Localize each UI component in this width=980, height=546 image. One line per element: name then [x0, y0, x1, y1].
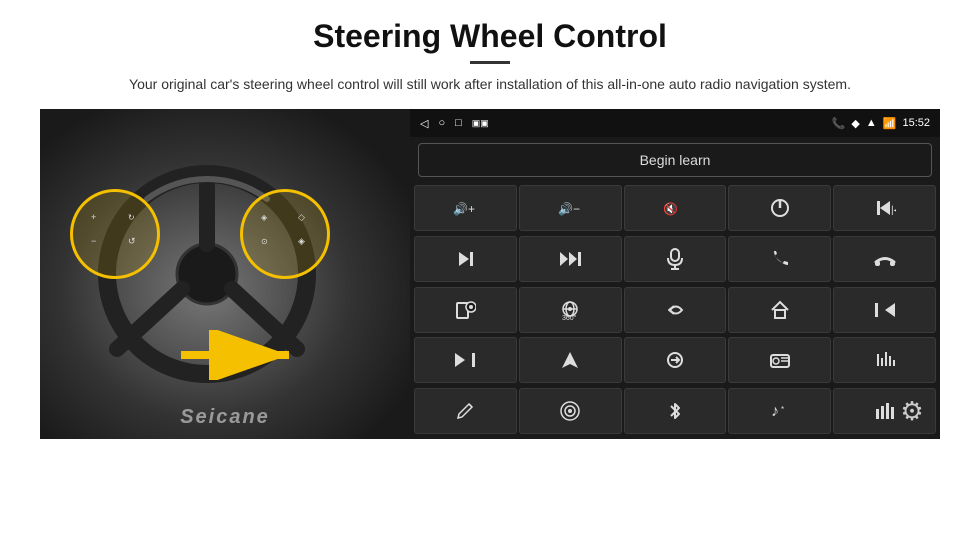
bluetooth-btn[interactable]: [624, 388, 727, 434]
svg-text:|◀: |◀: [891, 205, 896, 216]
status-left: ◁ ○ □ ▣▣: [420, 117, 489, 130]
signal-icon: 📶: [883, 117, 897, 130]
begin-learn-button[interactable]: Begin learn: [418, 143, 932, 177]
seicane-watermark: Seicane: [180, 406, 270, 429]
skip-fwd-btn[interactable]: [414, 337, 517, 383]
power-btn[interactable]: [728, 185, 831, 231]
recents-icon: □: [455, 117, 462, 129]
phone-btn[interactable]: [728, 236, 831, 282]
back-btn[interactable]: [624, 287, 727, 333]
page-subtitle: Your original car's steering wheel contr…: [129, 74, 851, 95]
svg-text:−: −: [91, 236, 96, 246]
svg-text:360°: 360°: [562, 314, 577, 321]
svg-text:◈: ◈: [261, 213, 268, 222]
yellow-arrow: [181, 330, 301, 380]
page-title: Steering Wheel Control: [313, 18, 667, 55]
home-icon: ○: [438, 117, 445, 129]
svg-text:🔊−: 🔊−: [558, 201, 580, 216]
svg-text:+: +: [91, 212, 96, 222]
svg-text:◈: ◈: [298, 236, 305, 246]
svg-text:◇: ◇: [298, 212, 305, 222]
settings-gear-btn[interactable]: ⚙: [894, 393, 930, 429]
mic-btn[interactable]: [624, 236, 727, 282]
phone-status-icon: 📞: [832, 117, 846, 130]
svg-text:🔇: 🔇: [663, 202, 678, 216]
controls-grid: 🔊+ 🔊− 🔇: [410, 183, 940, 439]
begin-learn-row: Begin learn: [410, 137, 940, 183]
edit-btn[interactable]: [414, 388, 517, 434]
svg-text:⊙: ⊙: [261, 237, 268, 246]
back-icon: ◁: [420, 117, 428, 130]
prev-track-btn[interactable]: |◀: [833, 185, 936, 231]
page-wrapper: Steering Wheel Control Your original car…: [0, 0, 980, 546]
location-icon: ◆: [851, 117, 859, 130]
title-divider: [470, 61, 510, 64]
switch-btn[interactable]: [624, 337, 727, 383]
wifi-icon: ▲: [866, 117, 877, 129]
mute-btn[interactable]: 🔇: [624, 185, 727, 231]
target-btn[interactable]: [519, 388, 622, 434]
content-area: + ↻ − ↺ ◈ ◇ ⊙ ◈: [40, 109, 940, 439]
vol-up-btn[interactable]: 🔊+: [414, 185, 517, 231]
svg-text:↺: ↺: [128, 236, 136, 246]
steering-image: + ↻ − ↺ ◈ ◇ ⊙ ◈: [40, 109, 410, 439]
yellow-circle-right: ◈ ◇ ⊙ ◈: [240, 189, 330, 279]
screen-btn[interactable]: [414, 287, 517, 333]
screenshot-icon: ▣▣: [472, 118, 489, 129]
svg-text:♪: ♪: [771, 403, 779, 420]
svg-text:*: *: [781, 405, 784, 414]
rew-btn[interactable]: [833, 287, 936, 333]
status-right: 📞 ◆ ▲ 📶 15:52: [832, 117, 930, 130]
hangup-btn[interactable]: [833, 236, 936, 282]
home-btn[interactable]: [728, 287, 831, 333]
vol-down-btn[interactable]: 🔊−: [519, 185, 622, 231]
android-ui: ◁ ○ □ ▣▣ 📞 ◆ ▲ 📶 15:52 Begin learn: [410, 109, 940, 439]
navigate-btn[interactable]: [519, 337, 622, 383]
status-bar: ◁ ○ □ ▣▣ 📞 ◆ ▲ 📶 15:52: [410, 109, 940, 137]
music-btn[interactable]: ♪ *: [728, 388, 831, 434]
fwd-btn[interactable]: [519, 236, 622, 282]
view360-btn[interactable]: 360°: [519, 287, 622, 333]
clock: 15:52: [902, 117, 930, 129]
yellow-circle-left: + ↻ − ↺: [70, 189, 160, 279]
radio-btn[interactable]: [728, 337, 831, 383]
svg-text:↻: ↻: [128, 213, 135, 222]
next-btn[interactable]: [414, 236, 517, 282]
svg-text:🔊+: 🔊+: [453, 201, 475, 216]
eq-btn[interactable]: [833, 337, 936, 383]
